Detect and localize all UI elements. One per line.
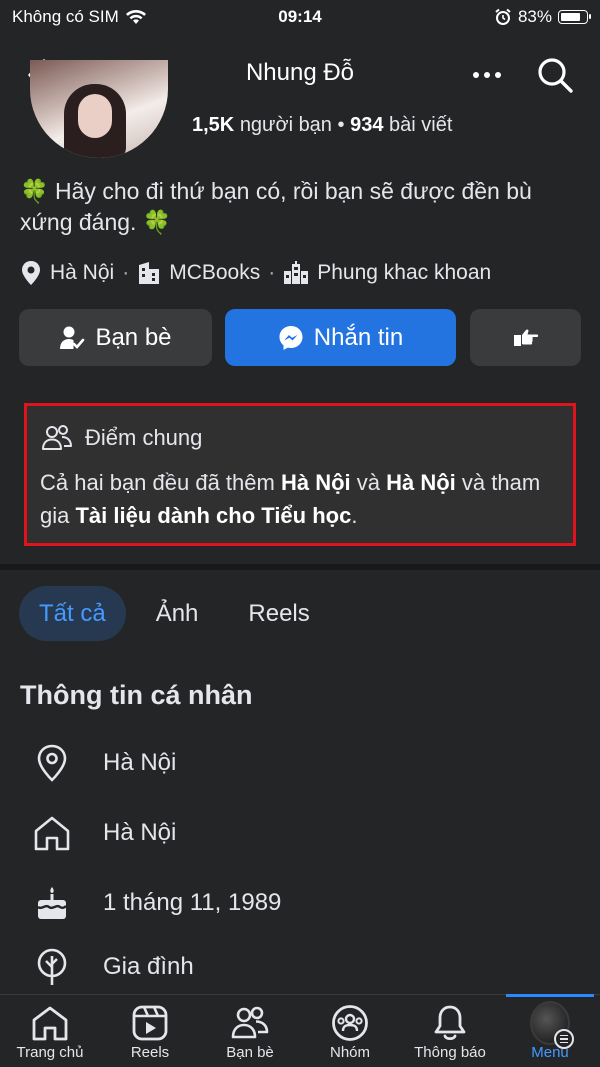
- building-icon: [139, 262, 160, 284]
- clover-emoji: 🍀: [20, 178, 49, 204]
- friend-check-icon: [60, 326, 85, 349]
- people-outline-icon: [42, 425, 72, 450]
- friends-button[interactable]: Bạn bè: [19, 309, 212, 366]
- tab-photos[interactable]: Ảnh: [136, 586, 219, 641]
- friends-icon: [230, 1003, 270, 1043]
- profile-details: Hà Nội · MCBooks · Phung khac khoan: [20, 260, 491, 286]
- mutual-interests-title: Điểm chung: [85, 425, 203, 450]
- stats-dot: •: [337, 114, 345, 136]
- detail-workplace[interactable]: MCBooks: [137, 261, 260, 285]
- family-icon: [32, 947, 72, 987]
- mutual-interests-text: Cả hai bạn đều đã thêm Hà Nội và Hà Nội …: [40, 470, 541, 528]
- bottom-tab-bar: Trang chủ Reels Bạn bè Nhóm Thông báo Me…: [0, 994, 600, 1067]
- location-pin-icon: [32, 743, 72, 783]
- birthday-cake-icon: [32, 883, 72, 923]
- tabbar-home[interactable]: Trang chủ: [0, 995, 100, 1067]
- battery-percent: 83%: [517, 7, 552, 26]
- status-bar: Không có SIM 09:14 83%: [0, 0, 600, 36]
- messenger-icon: [279, 325, 303, 350]
- section-title: Thông tin cá nhân: [20, 680, 253, 710]
- info-current-city: Hà Nội: [32, 743, 176, 783]
- tab-all[interactable]: Tất cả: [19, 586, 126, 641]
- section-divider: [0, 564, 600, 570]
- tabbar-menu[interactable]: Menu: [500, 994, 600, 1067]
- profile-actions: Bạn bè Nhắn tin: [19, 309, 581, 366]
- bell-icon: [430, 1003, 470, 1043]
- mutual-interests-card: Điểm chung Cả hai bạn đều đã thêm Hà Nội…: [24, 403, 576, 546]
- pointing-hand-icon: [513, 328, 538, 346]
- bio-text: Hãy cho đi thứ bạn có, rồi bạn sẽ được đ…: [20, 178, 532, 235]
- clover-emoji: 🍀: [142, 209, 172, 235]
- office-building-icon: [284, 261, 309, 284]
- alarm-icon: [495, 8, 511, 25]
- posts-count-label: bài viết: [389, 114, 453, 136]
- location-pin-icon: [22, 261, 40, 285]
- search-icon[interactable]: [536, 56, 574, 94]
- menu-avatar: [530, 1001, 574, 1049]
- tabbar-groups[interactable]: Nhóm: [300, 995, 400, 1067]
- detail-school[interactable]: Phung khac khoan: [283, 261, 491, 285]
- group-link[interactable]: Tài liệu dành cho Tiểu học: [75, 503, 351, 528]
- friends-count[interactable]: 1,5K: [192, 114, 234, 136]
- home-icon: [30, 1003, 70, 1043]
- battery-icon: [558, 10, 591, 24]
- home-icon: [32, 813, 72, 853]
- reels-icon: [130, 1003, 170, 1043]
- tabbar-notifications[interactable]: Thông báo: [400, 995, 500, 1067]
- profile-bio: 🍀 Hãy cho đi thứ bạn có, rồi bạn sẽ được…: [20, 176, 580, 238]
- detail-location[interactable]: Hà Nội: [20, 260, 114, 286]
- info-hometown: Hà Nội: [32, 813, 176, 853]
- poke-button[interactable]: [470, 309, 581, 366]
- posts-count: 934: [350, 114, 384, 136]
- info-birthday: 1 tháng 11, 1989: [32, 883, 281, 923]
- tab-reels[interactable]: Reels: [228, 586, 329, 641]
- groups-icon: [330, 1003, 370, 1043]
- profile-stats: 1,5K người bạn • 934 bài viết: [192, 114, 452, 137]
- tabbar-friends[interactable]: Bạn bè: [200, 995, 300, 1067]
- info-family: Gia đình: [32, 947, 194, 987]
- friends-count-label[interactable]: người bạn: [240, 114, 332, 136]
- profile-tabs: Tất cả Ảnh Reels: [19, 586, 330, 641]
- tabbar-reels[interactable]: Reels: [100, 995, 200, 1067]
- more-options-icon[interactable]: [470, 58, 504, 92]
- message-button[interactable]: Nhắn tin: [225, 309, 456, 366]
- profile-avatar[interactable]: [30, 60, 168, 158]
